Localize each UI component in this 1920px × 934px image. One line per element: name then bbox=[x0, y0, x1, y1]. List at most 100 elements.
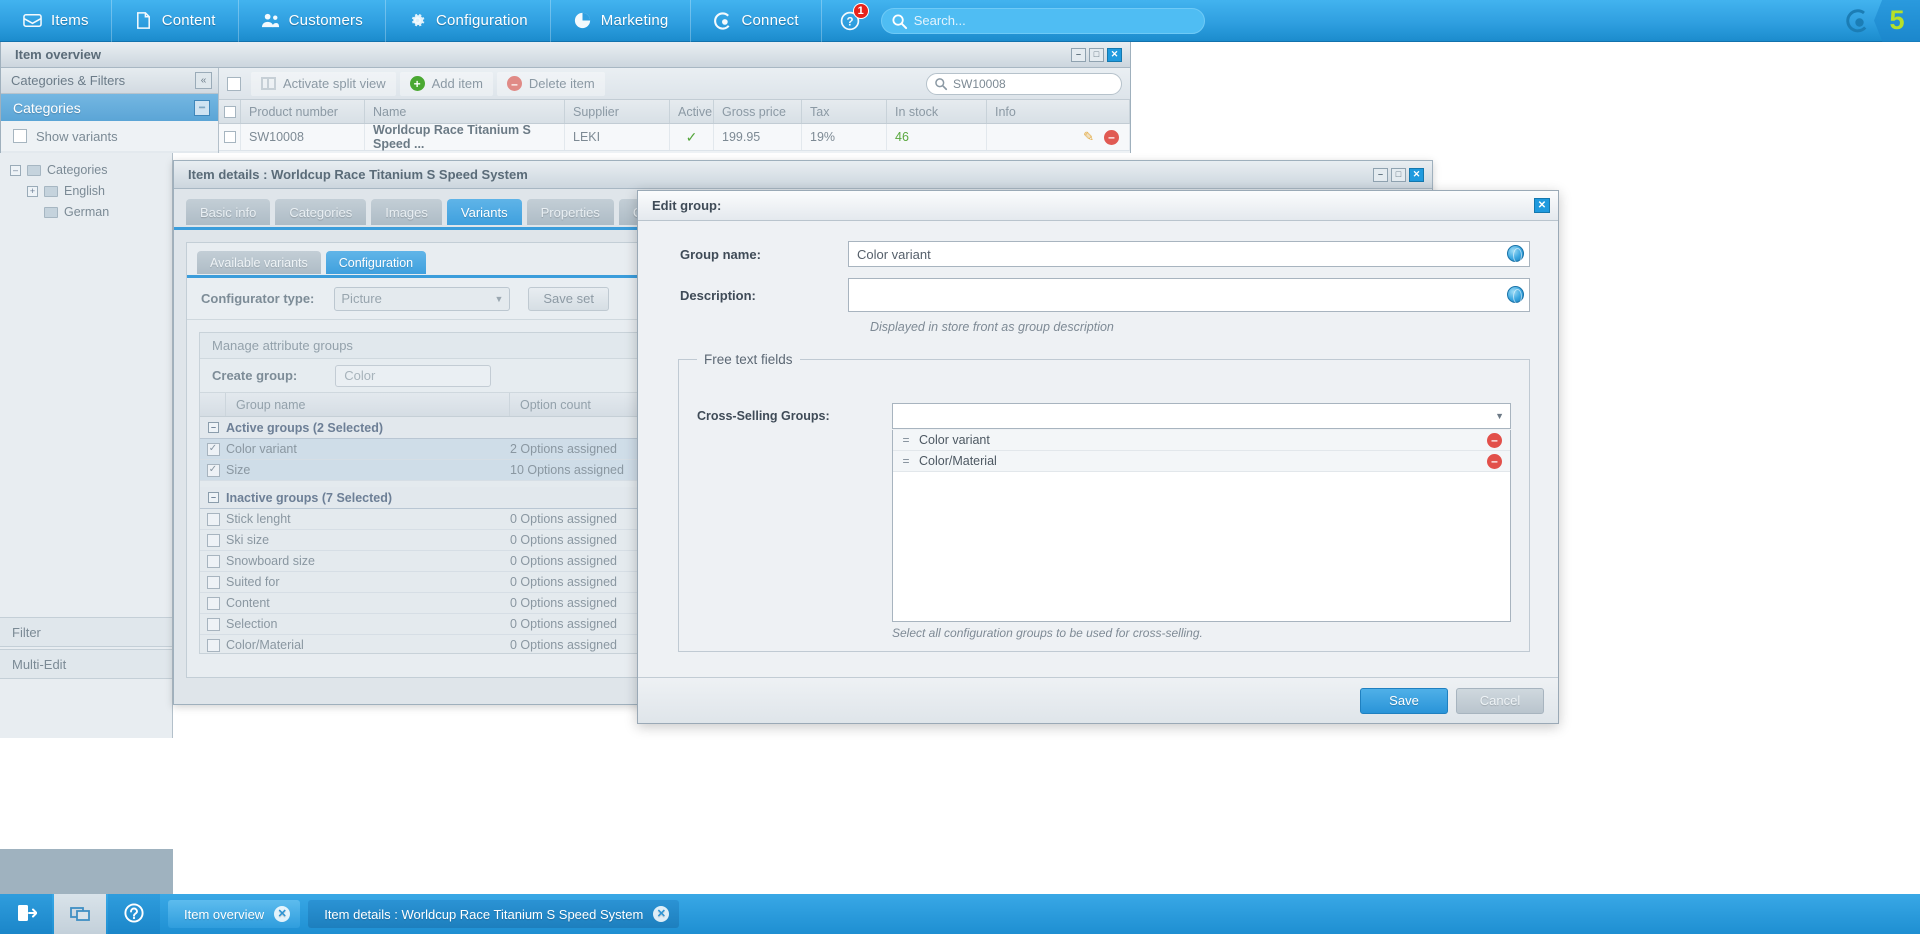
select-all-toolbar-checkbox[interactable] bbox=[227, 76, 241, 91]
subtab-configuration[interactable]: Configuration bbox=[325, 251, 427, 274]
group-section-title: Active groups (2 Selected) bbox=[226, 420, 383, 435]
globe-icon[interactable] bbox=[1507, 286, 1524, 304]
delete-item-button[interactable]: – Delete item bbox=[496, 71, 605, 96]
col-supplier[interactable]: Supplier bbox=[565, 100, 670, 123]
col-group-name[interactable]: Group name bbox=[226, 393, 510, 416]
maximize-button[interactable]: □ bbox=[1089, 47, 1104, 62]
grid-search-value: SW10008 bbox=[953, 76, 1006, 91]
col-active[interactable]: Active bbox=[670, 100, 714, 123]
close-icon[interactable]: ✕ bbox=[653, 906, 670, 922]
search-input[interactable] bbox=[911, 12, 1192, 29]
logout-button[interactable] bbox=[0, 894, 52, 934]
minus-circle-icon: – bbox=[506, 76, 522, 91]
drag-handle-icon[interactable]: = bbox=[893, 454, 919, 468]
cancel-button[interactable]: Cancel bbox=[1456, 687, 1544, 714]
global-search[interactable] bbox=[880, 7, 1205, 34]
col-info[interactable]: Info bbox=[987, 100, 1130, 123]
nav-item-configuration[interactable]: Configuration bbox=[386, 0, 551, 42]
nav-item-customers[interactable]: Customers bbox=[239, 0, 386, 42]
remove-icon[interactable]: – bbox=[1487, 453, 1502, 469]
save-set-button[interactable]: Save set bbox=[528, 286, 609, 311]
expand-icon[interactable]: – bbox=[10, 164, 21, 176]
tree-node-english[interactable]: + English bbox=[27, 184, 172, 198]
row-checkbox-cell[interactable] bbox=[219, 124, 241, 150]
create-group-input[interactable]: Color bbox=[335, 364, 492, 387]
group-name-input[interactable]: Color variant bbox=[848, 241, 1530, 267]
col-name[interactable]: Name bbox=[365, 100, 565, 123]
close-button[interactable]: ✕ bbox=[1107, 47, 1122, 62]
cell-name: Worldcup Race Titanium S Speed ... bbox=[365, 123, 565, 151]
cross-selling-selected-list[interactable]: = Color variant – = Color/Material – bbox=[892, 430, 1511, 622]
show-variants-checkbox[interactable] bbox=[13, 129, 27, 143]
select-all-column[interactable] bbox=[219, 100, 241, 123]
col-tax[interactable]: Tax bbox=[802, 100, 887, 123]
group-checkbox[interactable] bbox=[206, 638, 220, 652]
configurator-type-select[interactable]: Picture ▼ bbox=[334, 286, 511, 311]
list-item[interactable]: = Color/Material – bbox=[893, 451, 1510, 472]
collapse-icon[interactable]: – bbox=[208, 492, 219, 503]
sidebar-item-multi-edit[interactable]: Multi-Edit bbox=[0, 649, 172, 679]
activate-split-view-button[interactable]: Activate split view bbox=[251, 71, 396, 96]
cross-selling-select[interactable]: ▼ bbox=[892, 403, 1511, 429]
show-variants-row[interactable]: Show variants bbox=[1, 121, 218, 151]
col-product-number[interactable]: Product number bbox=[241, 100, 365, 123]
group-checkbox[interactable]: ✓ bbox=[206, 442, 220, 456]
nav-item-items[interactable]: Items bbox=[0, 0, 112, 42]
globe-icon[interactable] bbox=[1507, 245, 1524, 263]
nav-item-marketing[interactable]: Marketing bbox=[551, 0, 692, 42]
windows-button[interactable] bbox=[54, 894, 106, 934]
save-button[interactable]: Save bbox=[1360, 687, 1448, 714]
tree-node-categories[interactable]: – Categories bbox=[10, 163, 172, 177]
tab-images[interactable]: Images bbox=[371, 199, 442, 225]
nav-item-content[interactable]: Content bbox=[112, 0, 239, 42]
tab-variants[interactable]: Variants bbox=[446, 199, 522, 225]
table-row[interactable]: SW10008 Worldcup Race Titanium S Speed .… bbox=[219, 123, 1130, 151]
taskbar-item-item-overview[interactable]: Item overview ✕ bbox=[168, 900, 301, 928]
add-item-button[interactable]: + Add item bbox=[399, 71, 493, 96]
chevron-down-icon: ▼ bbox=[494, 293, 504, 304]
collapse-sidebar-icon[interactable]: « bbox=[195, 72, 212, 89]
description-input[interactable] bbox=[848, 278, 1530, 312]
collapse-categories-icon[interactable]: – bbox=[194, 99, 210, 116]
expand-icon[interactable]: + bbox=[27, 185, 38, 197]
list-item[interactable]: = Color variant – bbox=[893, 430, 1510, 451]
tab-properties[interactable]: Properties bbox=[526, 199, 614, 225]
grid-search-field[interactable]: SW10008 bbox=[926, 72, 1122, 95]
remove-icon[interactable]: – bbox=[1104, 129, 1119, 145]
maximize-button[interactable]: □ bbox=[1391, 167, 1406, 182]
group-checkbox[interactable]: ✓ bbox=[206, 463, 220, 477]
taskbar-item-item-details[interactable]: Item details : Worldcup Race Titanium S … bbox=[308, 900, 680, 928]
nav-item-connect[interactable]: Connect bbox=[691, 0, 822, 42]
pencil-icon[interactable]: ✎ bbox=[1083, 129, 1094, 145]
group-checkbox[interactable] bbox=[206, 617, 220, 631]
shopware-version: 5 bbox=[1874, 0, 1920, 42]
help-taskbar-button[interactable] bbox=[108, 894, 160, 934]
details-titlebar: Item details : Worldcup Race Titanium S … bbox=[174, 161, 1432, 189]
row-checkbox[interactable] bbox=[223, 131, 236, 143]
col-in-stock[interactable]: In stock bbox=[887, 100, 987, 123]
minimize-button[interactable]: – bbox=[1071, 47, 1086, 62]
close-button[interactable]: ✕ bbox=[1409, 167, 1424, 182]
select-all-checkbox[interactable] bbox=[223, 105, 236, 118]
col-gross-price[interactable]: Gross price bbox=[714, 100, 802, 123]
notification-badge: 1 bbox=[852, 2, 869, 19]
group-checkbox[interactable] bbox=[206, 533, 220, 547]
close-icon[interactable]: ✕ bbox=[274, 906, 291, 922]
drag-handle-icon[interactable]: = bbox=[893, 433, 919, 447]
remove-icon[interactable]: – bbox=[1487, 432, 1502, 448]
group-checkbox[interactable] bbox=[206, 512, 220, 526]
tab-categories[interactable]: Categories bbox=[275, 199, 367, 225]
sidebar-item-filter[interactable]: Filter bbox=[0, 617, 172, 647]
help-button[interactable]: ? 1 bbox=[822, 0, 875, 42]
minimize-button[interactable]: – bbox=[1373, 167, 1388, 182]
group-checkbox[interactable] bbox=[206, 554, 220, 568]
subtab-available-variants[interactable]: Available variants bbox=[197, 251, 321, 274]
close-icon[interactable]: ✕ bbox=[1534, 198, 1550, 213]
chevron-down-icon[interactable]: ▼ bbox=[1495, 411, 1504, 421]
group-checkbox[interactable] bbox=[206, 575, 220, 589]
categories-header[interactable]: Categories – bbox=[1, 94, 218, 121]
tree-node-german[interactable]: German bbox=[44, 205, 172, 219]
group-checkbox[interactable] bbox=[206, 596, 220, 610]
tab-basic-info[interactable]: Basic info bbox=[186, 199, 271, 225]
collapse-icon[interactable]: – bbox=[208, 422, 219, 433]
